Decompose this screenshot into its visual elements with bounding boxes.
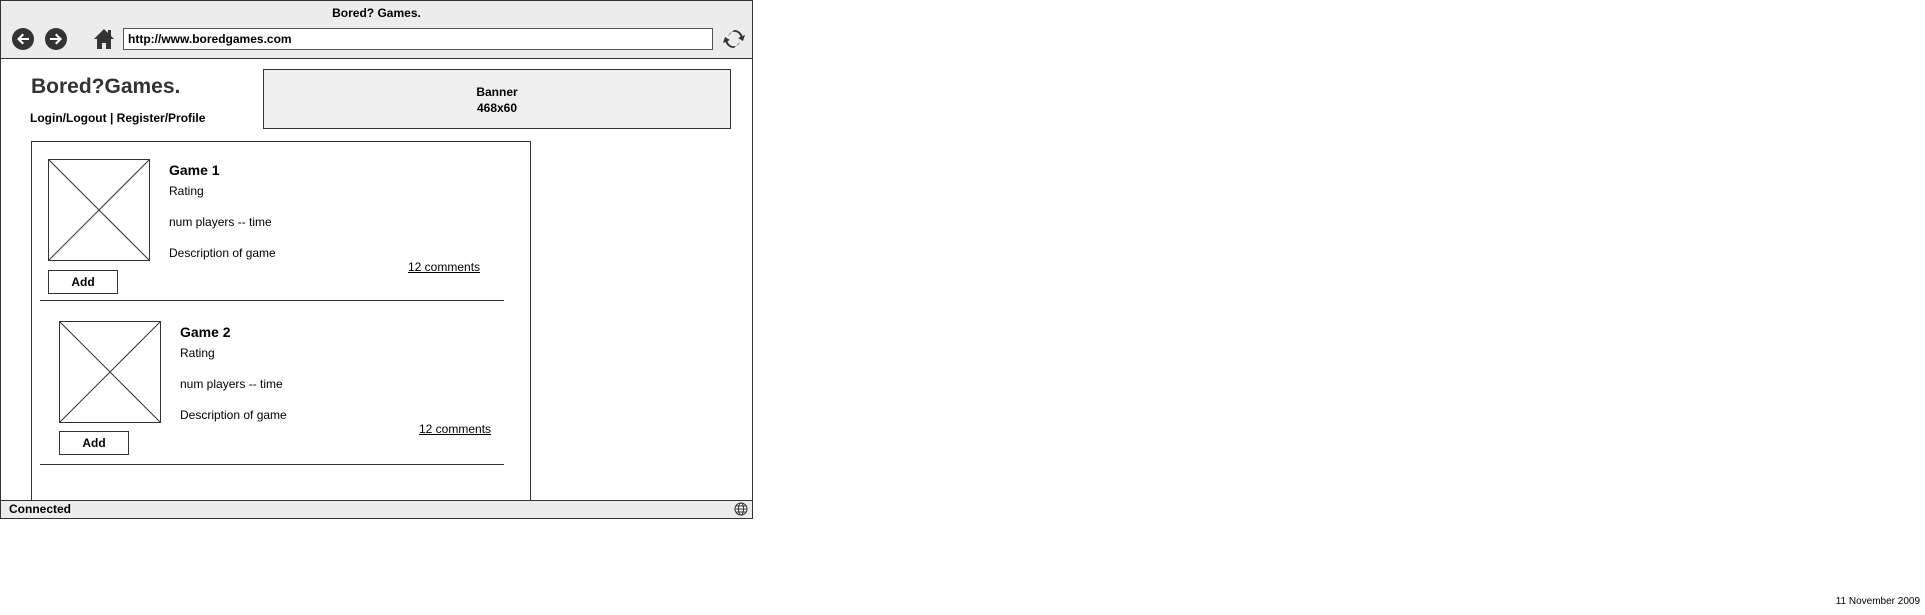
- banner-ad[interactable]: Banner 468x60: [263, 69, 731, 129]
- game-image-placeholder[interactable]: [59, 321, 161, 423]
- game-players-time: num players -- time: [169, 215, 272, 229]
- page-content: Bored?Games. Login/Logout | Register/Pro…: [1, 59, 752, 501]
- add-button[interactable]: Add: [59, 431, 129, 455]
- home-icon[interactable]: [92, 27, 116, 51]
- game-description: Description of game: [169, 246, 276, 260]
- link-separator: |: [106, 111, 117, 125]
- refresh-icon[interactable]: [722, 27, 746, 51]
- status-text: Connected: [9, 502, 72, 516]
- login-logout-link[interactable]: Login/Logout: [30, 111, 107, 125]
- divider: [40, 464, 504, 465]
- game-description: Description of game: [180, 408, 287, 422]
- game-rating: Rating: [180, 346, 215, 360]
- game-list: Game 1 Rating num players -- time Descri…: [31, 141, 531, 501]
- game-title[interactable]: Game 1: [169, 162, 220, 178]
- game-item: Game 1 Rating num players -- time Descri…: [32, 142, 512, 304]
- browser-window: Bored? Games. http://www.boredgames.com …: [0, 0, 753, 519]
- game-title[interactable]: Game 2: [180, 324, 231, 340]
- globe-icon: [734, 502, 748, 516]
- add-button[interactable]: Add: [48, 270, 118, 294]
- back-icon[interactable]: [11, 27, 35, 51]
- register-profile-link[interactable]: Register/Profile: [117, 111, 206, 125]
- forward-icon[interactable]: [44, 27, 68, 51]
- browser-toolbar: http://www.boredgames.com: [1, 21, 752, 59]
- user-links: Login/Logout | Register/Profile: [30, 111, 205, 125]
- comments-link[interactable]: 12 comments: [408, 260, 480, 274]
- banner-label: Banner: [476, 85, 518, 99]
- banner-size: 468x60: [476, 101, 518, 115]
- footer-date: 11 November 2009: [1835, 596, 1920, 607]
- game-players-time: num players -- time: [180, 377, 283, 391]
- address-bar[interactable]: http://www.boredgames.com: [123, 28, 713, 50]
- site-logo[interactable]: Bored?Games.: [31, 75, 180, 99]
- comments-link[interactable]: 12 comments: [419, 422, 491, 436]
- divider: [40, 300, 504, 301]
- game-item: Game 2 Rating num players -- time Descri…: [32, 304, 512, 466]
- game-image-placeholder[interactable]: [48, 159, 150, 261]
- status-bar: Connected: [1, 500, 752, 518]
- game-rating: Rating: [169, 184, 204, 198]
